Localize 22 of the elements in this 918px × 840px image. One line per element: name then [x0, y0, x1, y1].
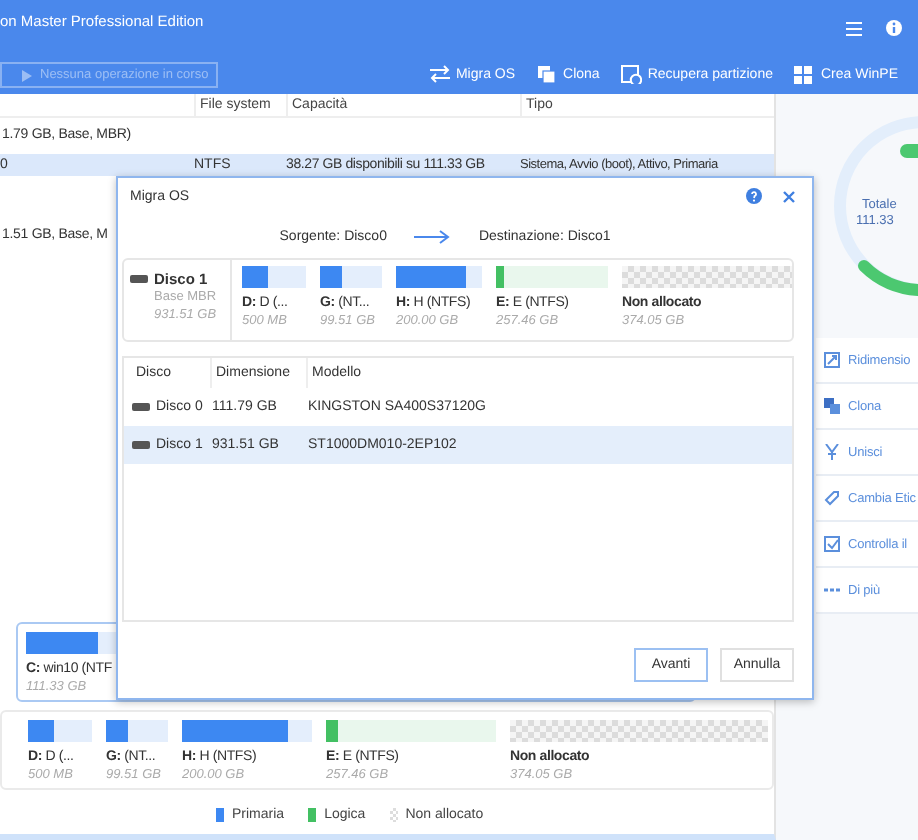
copy-icon — [535, 64, 558, 84]
disk-drive-icon — [130, 274, 148, 284]
copy-icon — [824, 398, 840, 414]
legend-swatch — [308, 807, 317, 821]
disk-drive-icon — [132, 440, 150, 450]
resize-icon — [824, 352, 840, 368]
check-icon — [824, 536, 840, 552]
play-icon — [22, 69, 32, 81]
arrow-icon — [414, 229, 451, 243]
disk-drive-icon — [132, 402, 150, 412]
legend-swatch — [216, 807, 224, 821]
help-icon[interactable] — [746, 188, 762, 204]
tag-icon — [824, 490, 840, 506]
legend-swatch — [389, 807, 398, 821]
merge-icon — [824, 444, 840, 460]
close-icon[interactable] — [782, 189, 796, 203]
recover-icon — [619, 64, 642, 84]
info-icon[interactable] — [886, 20, 902, 36]
windows-grid-icon — [792, 64, 815, 84]
swap-arrows-icon — [427, 64, 450, 84]
menu-icon[interactable] — [846, 21, 862, 35]
more-icon — [824, 582, 840, 598]
